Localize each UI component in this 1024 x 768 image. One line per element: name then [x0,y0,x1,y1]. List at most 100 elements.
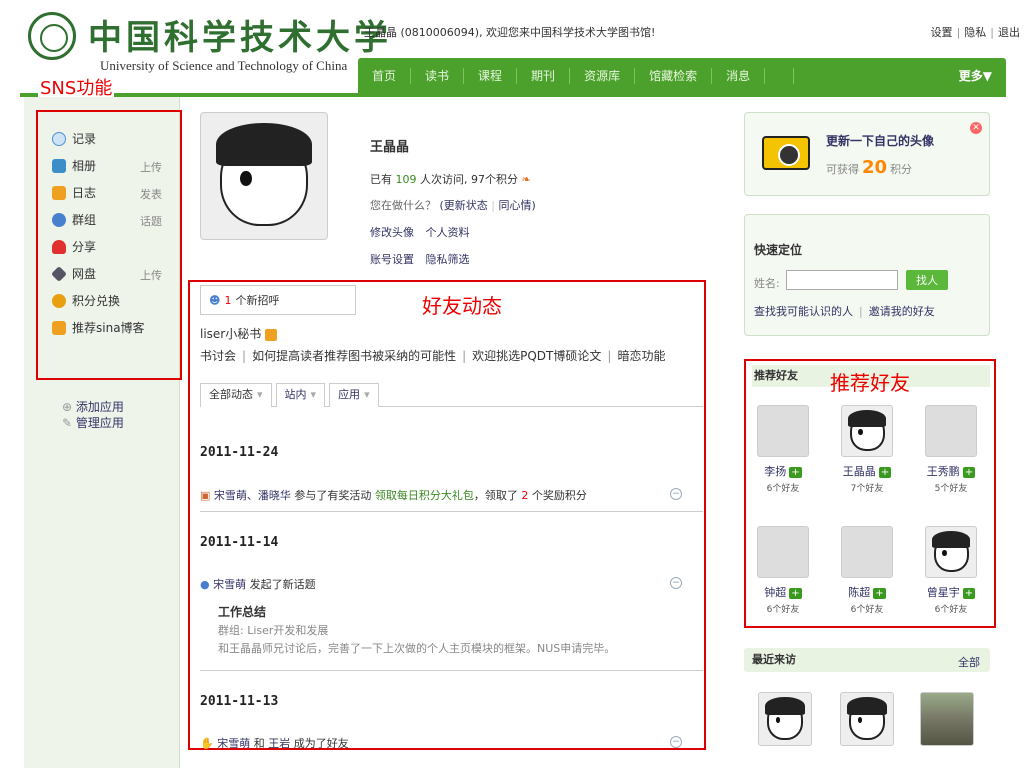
visits-prefix: 已有 [370,173,392,186]
nav-more-dropdown[interactable]: 更多▼ [945,68,1006,84]
feed-actor-link[interactable]: 王岩 [268,737,290,750]
name-search-input[interactable] [786,270,898,290]
nav-empty[interactable] [765,68,795,84]
feed-actor-link[interactable]: 宋雪萌 [217,737,250,750]
collapse-icon[interactable]: − [670,488,682,500]
friend-name-row: 李扬 + [748,463,818,479]
feed-conj: 和 [253,737,265,750]
groups-topic-link[interactable]: 话题 [140,213,162,229]
tab-apps[interactable]: 应用 ▾ [329,383,379,407]
nav-resources[interactable]: 资源库 [570,68,636,84]
tab-on-site[interactable]: 站内 ▾ [275,383,326,407]
friend-card[interactable]: 陈超 +6个好友 [832,526,902,615]
invite-friends-link[interactable]: 邀请我的好友 [869,305,935,318]
sympathy-link[interactable]: 同心情) [499,199,536,212]
visitor-avatar[interactable] [840,692,894,746]
logout-link[interactable]: 退出 [998,26,1020,39]
logo-chinese[interactable]: 中国科学技术大学 [88,10,392,59]
ticker-item[interactable]: 如何提高读者推荐图书被采纳的可能性 [252,349,456,363]
sidebar-item-journal[interactable]: 日志 [52,184,96,201]
group-icon [52,212,66,227]
sidebar-item-share[interactable]: 分享 [52,238,96,255]
friend-card[interactable]: 曾星宇 +6个好友 [916,526,986,615]
friend-card[interactable]: 王晶晶 +7个好友 [832,405,902,494]
visits-suffix: 人次访问, 97个积分 [420,173,518,186]
university-seal-icon[interactable] [28,12,76,60]
visitor-avatar[interactable] [920,692,974,746]
friend-card[interactable]: 钟超 +6个好友 [748,526,818,615]
nav-catalog-search[interactable]: 馆藏检索 [635,68,713,84]
notebook-icon [265,328,278,341]
manage-apps-link[interactable]: ✎ 管理应用 [62,414,124,431]
points-number: 2 [521,489,529,502]
close-icon[interactable]: ✕ [970,122,982,134]
add-friend-icon[interactable]: + [962,588,976,599]
friend-name-row: 钟超 + [748,584,818,600]
feed-date-heading: 2011-11-13 [200,694,279,709]
add-friend-icon[interactable]: + [789,588,802,599]
feed-actors-link[interactable]: 宋雪萌、潘晓华 [214,489,291,502]
friend-photo[interactable] [757,405,809,457]
profile-name[interactable]: 王晶晶 [370,136,409,155]
feed-actor-link[interactable]: 宋雪萌 [213,578,246,591]
new-greetings-button[interactable]: ☻ 1 个新招呼 [200,285,356,315]
add-friend-icon[interactable]: + [962,467,976,478]
hair-shape [216,123,312,166]
sidebar-item-points-exchange[interactable]: 积分兑换 [52,292,120,309]
topic-title-link[interactable]: 工作总结 [218,603,266,620]
friend-photo[interactable] [925,405,977,457]
friend-photo[interactable] [841,526,893,578]
profile-avatar[interactable] [200,112,328,240]
album-upload-link[interactable]: 上传 [140,159,162,175]
add-friend-icon[interactable]: + [873,588,886,599]
group-name-link[interactable]: Liser开发和发展 [247,624,328,637]
friend-count: 6个好友 [850,605,884,615]
privacy-link[interactable]: 隐私 [964,26,986,39]
profile-links-row-2[interactable]: 账号设置 隐私筛选 [370,251,470,267]
add-app-link[interactable]: ⊕ 添加应用 [62,398,124,415]
friend-card[interactable]: 王秀鹏 +5个好友 [916,405,986,494]
friend-photo[interactable] [841,405,893,457]
update-avatar-link[interactable]: 更新一下自己的头像 [826,132,934,149]
tab-all-activity[interactable]: 全部动态 ▾ [200,383,272,407]
find-person-button[interactable]: 找人 [906,270,948,290]
nav-journals[interactable]: 期刊 [517,68,571,84]
sidebar-item-album[interactable]: 相册 [52,157,96,174]
nav-reading[interactable]: 读书 [411,68,465,84]
friend-photo[interactable] [925,526,977,578]
update-status-link[interactable]: (更新状态 [440,199,488,212]
main-nav: 首页 读书 课程 期刊 资源库 馆藏检索 消息 更多▼ [358,58,1006,94]
liser-secretary-link[interactable]: liser小秘书 [200,325,278,342]
sidebar-item-records[interactable]: 记录 [52,130,96,147]
profile-links-row-1[interactable]: 修改头像 个人资料 [370,224,470,240]
top-links: 设置 | 隐私 | 退出 [931,24,1020,40]
welcome-text: 王晶晶 (0810006094), 欢迎您来中国科学技术大学图书馆! [364,26,656,39]
sidebar-item-netdisk[interactable]: 网盘 [51,265,96,282]
netdisk-upload-link[interactable]: 上传 [140,267,162,283]
friend-card[interactable]: 李扬 +6个好友 [748,405,818,494]
nav-home[interactable]: 首页 [358,68,412,84]
ticker-item[interactable]: 书讨会 [200,349,236,363]
find-acquaintances-link[interactable]: 查找我可能认识的人 [754,305,853,318]
add-friend-icon[interactable]: + [789,467,802,478]
activity-link[interactable]: 领取每日积分大礼包 [375,489,474,502]
topic-group: 群组: Liser开发和发展 [218,622,328,638]
chevron-down-icon: ▾ [310,388,317,401]
journal-post-link[interactable]: 发表 [140,186,162,202]
collapse-icon[interactable]: − [670,577,682,589]
settings-link[interactable]: 设置 [931,26,953,39]
sidebar-item-sina-blog[interactable]: 推荐sina博客 [52,319,145,336]
sidebar-item-groups[interactable]: 群组 [52,211,96,228]
nav-messages[interactable]: 消息 [712,68,766,84]
add-friend-icon[interactable]: + [878,467,892,478]
ticker-item[interactable]: 暗恋功能 [617,349,665,363]
friend-photo[interactable] [757,526,809,578]
feed-item-topic: ● 宋雪萌 发起了新话题 [200,576,316,592]
visit-stats: 已有 109 人次访问, 97个积分 ❧ [370,171,531,187]
sidebar-item-label: 记录 [72,132,97,146]
view-all-visitors-link[interactable]: 全部 [958,654,980,670]
nav-courses[interactable]: 课程 [464,68,518,84]
collapse-icon[interactable]: − [670,736,682,748]
ticker-item[interactable]: 欢迎挑选PQDT博硕论文 [472,349,601,363]
visitor-avatar[interactable] [758,692,812,746]
